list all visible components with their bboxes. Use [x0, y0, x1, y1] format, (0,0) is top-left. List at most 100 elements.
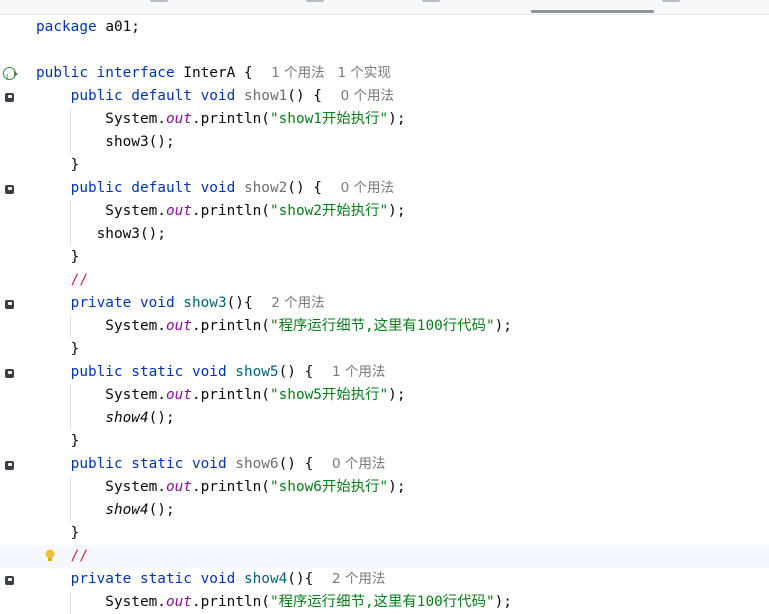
code-token: show1: [243, 88, 288, 104]
method-gutter-icon[interactable]: [5, 369, 14, 378]
code-token: );: [388, 111, 406, 127]
code-line[interactable]: System.out.println("show6开始执行");: [0, 476, 769, 499]
code-line[interactable]: show4();: [0, 499, 769, 522]
code-token: }: [36, 341, 80, 357]
code-line[interactable]: show3();: [0, 131, 769, 154]
method-gutter-icon[interactable]: [5, 461, 14, 470]
code-line-text: }: [36, 522, 80, 545]
code-line[interactable]: public static void show5() { 1 个用法: [0, 361, 769, 384]
code-line-text: show4();: [36, 407, 175, 430]
code-token: "show1开始执行": [269, 111, 389, 127]
code-token: .println(: [191, 387, 270, 403]
code-token: System.: [36, 387, 166, 403]
code-line[interactable]: //: [0, 269, 769, 292]
usage-hint[interactable]: 2 个用法: [332, 571, 385, 587]
code-token: );: [388, 479, 406, 495]
code-token: ();: [148, 410, 175, 426]
code-line-text: package a01;: [36, 16, 140, 39]
code-token: () {: [287, 88, 331, 104]
method-gutter-icon[interactable]: [5, 300, 14, 309]
code-line[interactable]: }: [0, 246, 769, 269]
code-token: public default void: [70, 88, 236, 104]
code-line[interactable]: System.out.println("show1开始执行");: [0, 108, 769, 131]
code-token: "show5开始执行": [269, 387, 389, 403]
code-line-text: show4();: [36, 499, 175, 522]
code-line[interactable]: show4();: [0, 407, 769, 430]
code-token: out: [165, 111, 192, 127]
code-token: show5: [235, 364, 279, 380]
indent-guide: [70, 384, 71, 430]
code-token: out: [165, 594, 192, 610]
code-line-text: System.out.println("show6开始执行");: [36, 476, 406, 499]
code-line[interactable]: show3();: [0, 223, 769, 246]
usage-hint[interactable]: 1 个用法: [332, 364, 385, 380]
code-token: out: [165, 203, 192, 219]
tab-edge[interactable]: [306, 0, 324, 2]
code-line[interactable]: }: [0, 338, 769, 361]
code-token: package: [36, 19, 97, 35]
code-line[interactable]: private static void show4(){ 2 个用法: [0, 568, 769, 591]
code-token: (){: [287, 571, 322, 587]
code-line-text: public default void show1() { 0 个用法: [36, 85, 394, 108]
indent-guide: [70, 200, 71, 246]
code-token: show3();: [36, 134, 175, 150]
code-line[interactable]: package a01;: [0, 16, 769, 39]
code-token: System.: [36, 479, 166, 495]
code-line-text: private void show3(){ 2 个用法: [36, 292, 325, 315]
code-token: System.: [36, 318, 166, 334]
code-token: public default void: [70, 180, 236, 196]
code-line[interactable]: }: [0, 522, 769, 545]
indent-guide: [70, 476, 71, 522]
code-line-text: }: [36, 338, 80, 361]
code-line[interactable]: public interface InterA { 1 个用法 1 个实现: [0, 62, 769, 89]
code-line-text: }: [36, 430, 80, 453]
code-line-text: System.out.println("show5开始执行");: [36, 384, 406, 407]
tab-edge[interactable]: [150, 0, 168, 2]
method-gutter-icon[interactable]: [5, 576, 14, 585]
code-line[interactable]: System.out.println("程序运行细节,这里有100行代码");: [0, 315, 769, 338]
code-token: System.: [36, 111, 166, 127]
code-token: () {: [278, 456, 322, 472]
code-line[interactable]: public static void show6() { 0 个用法: [0, 453, 769, 476]
code-line[interactable]: [0, 39, 769, 62]
code-line-text: public static void show5() { 1 个用法: [36, 361, 386, 384]
usage-hint[interactable]: 0 个用法: [332, 456, 385, 472]
code-line-text: }: [36, 154, 80, 177]
tab-edge[interactable]: [662, 0, 680, 2]
code-line-text: }: [36, 246, 80, 269]
code-line[interactable]: //: [0, 545, 769, 568]
usage-hint[interactable]: 0 个用法: [341, 88, 394, 104]
code-token: );: [388, 387, 406, 403]
code-line[interactable]: }: [0, 430, 769, 453]
usage-hint[interactable]: 0 个用法: [341, 180, 394, 196]
code-line[interactable]: public default void show2() { 0 个用法: [0, 177, 769, 200]
code-line[interactable]: System.out.println("show2开始执行");: [0, 200, 769, 223]
indent-guide: [70, 315, 71, 338]
code-line-text: show3();: [36, 131, 175, 154]
code-line[interactable]: private void show3(){ 2 个用法: [0, 292, 769, 315]
usage-hint[interactable]: 1 个用法 1 个实现: [271, 65, 391, 81]
code-token: ();: [148, 502, 175, 518]
method-gutter-icon[interactable]: [5, 185, 14, 194]
code-line[interactable]: System.out.println("show5开始执行");: [0, 384, 769, 407]
tab-edge[interactable]: [422, 0, 440, 2]
code-line[interactable]: public default void show1() { 0 个用法: [0, 85, 769, 108]
code-token: );: [494, 594, 512, 610]
code-token: a01;: [96, 19, 140, 35]
code-editor[interactable]: package a01; public interface InterA { 1 …: [0, 15, 769, 614]
code-line[interactable]: System.out.println("程序运行细节,这里有100行代码");: [0, 591, 769, 614]
lightbulb-icon[interactable]: [44, 548, 56, 564]
code-token: show2: [243, 180, 288, 196]
code-token: public interface: [36, 65, 175, 81]
method-gutter-icon[interactable]: [5, 93, 14, 102]
code-line[interactable]: }: [0, 154, 769, 177]
active-tab-indicator[interactable]: [531, 10, 654, 13]
usage-hint[interactable]: 2 个用法: [271, 295, 324, 311]
